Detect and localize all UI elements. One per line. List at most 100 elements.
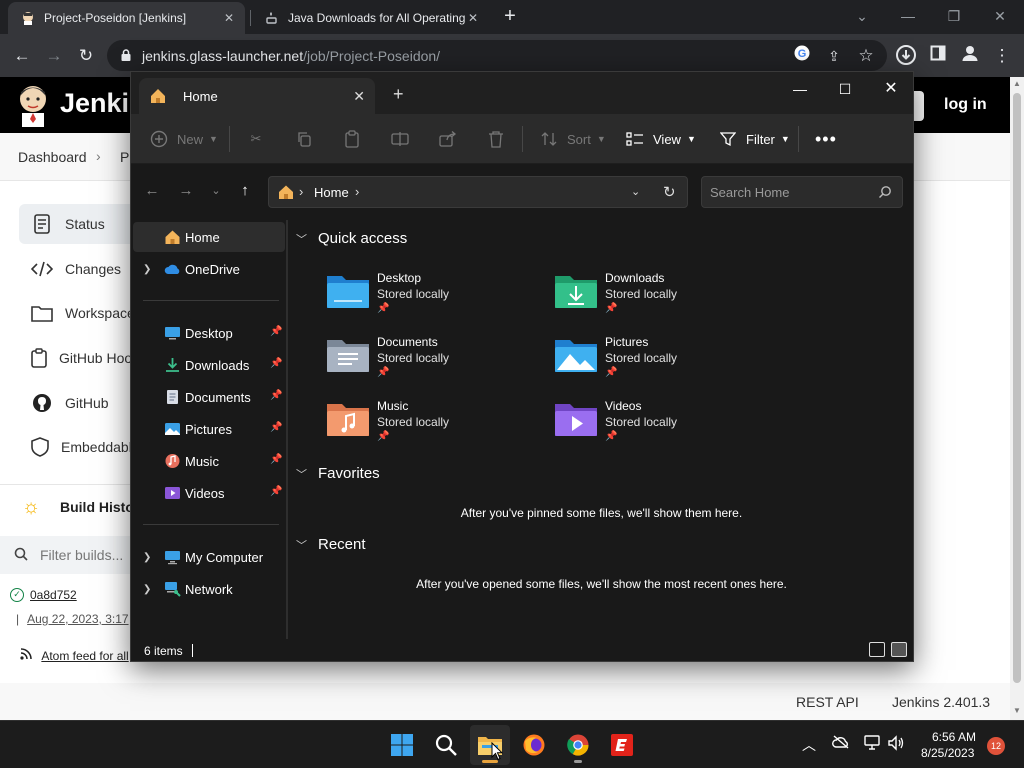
breadcrumb-dashboard[interactable]: Dashboard bbox=[18, 149, 87, 165]
taskbar-file-explorer[interactable] bbox=[470, 725, 510, 765]
pin-icon[interactable]: 📌 bbox=[270, 358, 282, 369]
chevron-right-icon[interactable]: › bbox=[355, 184, 359, 199]
pin-icon[interactable]: 📌 bbox=[270, 454, 282, 465]
nav-item-network[interactable]: ❯ Network bbox=[133, 574, 285, 604]
address-bar[interactable]: jenkins.glass-launcher.net/job/Project-P… bbox=[107, 40, 887, 71]
chevron-down-icon[interactable]: ﹀ bbox=[296, 231, 310, 247]
close-icon[interactable]: ✕ bbox=[877, 77, 905, 101]
sort-button[interactable]: Sort ▼ bbox=[539, 128, 606, 150]
search-button[interactable] bbox=[426, 725, 466, 765]
nav-item-downloads[interactable]: Downloads 📌 bbox=[133, 350, 285, 380]
nav-item-home[interactable]: Home bbox=[133, 222, 285, 252]
reload-icon[interactable]: ↻ bbox=[74, 44, 98, 68]
tab-close-icon[interactable]: ✕ bbox=[221, 11, 237, 25]
pin-icon[interactable]: 📌 bbox=[270, 326, 282, 337]
volume-icon[interactable] bbox=[886, 735, 906, 755]
tab-java-downloads[interactable]: Java Downloads for All Operating ✕ bbox=[252, 4, 489, 32]
scroll-down-arrow-icon[interactable]: ▼ bbox=[1013, 706, 1021, 715]
pin-icon[interactable]: 📌 bbox=[270, 486, 282, 497]
show-hidden-icons-chevron-icon[interactable]: ︿ bbox=[799, 735, 819, 755]
favorites-header[interactable]: ﹀ Favorites bbox=[296, 465, 380, 482]
taskbar-firefox[interactable] bbox=[514, 725, 554, 765]
address-segment-home[interactable]: Home bbox=[314, 185, 349, 200]
forward-arrow-icon[interactable]: → bbox=[175, 180, 197, 202]
explorer-address-bar[interactable]: › Home › ⌄ ↻ bbox=[268, 176, 688, 208]
nav-item-my-computer[interactable]: ❯ My Computer bbox=[133, 542, 285, 572]
build-entry[interactable]: ✓ 0a8d752 bbox=[10, 588, 77, 602]
add-tab-icon[interactable]: + bbox=[393, 84, 404, 105]
quick-access-item-music[interactable]: Music Stored locally 📌 bbox=[326, 398, 536, 458]
scroll-up-arrow-icon[interactable]: ▲ bbox=[1013, 79, 1021, 88]
tab-close-icon[interactable]: ✕ bbox=[465, 11, 481, 25]
explorer-titlebar[interactable]: Home ✕ + — ☐ ✕ bbox=[131, 72, 913, 114]
quick-access-header[interactable]: ﹀ Quick access bbox=[296, 230, 407, 247]
share-icon[interactable]: ⇪ bbox=[822, 44, 846, 68]
tab-jenkins[interactable]: Project-Poseidon [Jenkins] ✕ bbox=[8, 2, 245, 34]
explorer-tab-home[interactable]: Home ✕ bbox=[139, 78, 375, 114]
large-icons-view-icon[interactable] bbox=[891, 642, 907, 657]
quick-access-item-desktop[interactable]: Desktop Stored locally 📌 bbox=[326, 270, 536, 330]
profile-icon[interactable] bbox=[958, 44, 982, 68]
minimize-icon[interactable]: — bbox=[786, 77, 814, 101]
quick-access-item-videos[interactable]: Videos Stored locally 📌 bbox=[554, 398, 764, 458]
explorer-search-input[interactable]: Search Home bbox=[701, 176, 903, 208]
delete-button[interactable] bbox=[486, 128, 514, 150]
close-window-icon[interactable]: ✕ bbox=[990, 6, 1010, 26]
restore-window-icon[interactable]: ❐ bbox=[944, 6, 964, 26]
build-link[interactable]: 0a8d752 bbox=[30, 588, 77, 602]
quick-access-item-documents[interactable]: Documents Stored locally 📌 bbox=[326, 334, 536, 394]
network-icon[interactable] bbox=[863, 735, 883, 755]
recent-locations-chevron-icon[interactable]: ⌄ bbox=[205, 180, 227, 202]
rename-button[interactable] bbox=[390, 128, 418, 150]
clock-date[interactable]: 8/25/2023 bbox=[921, 746, 974, 760]
page-scrollbar[interactable]: ▲ ▼ bbox=[1010, 77, 1024, 720]
breadcrumb-project[interactable]: P bbox=[120, 149, 129, 165]
start-button[interactable] bbox=[382, 725, 422, 765]
close-tab-icon[interactable]: ✕ bbox=[353, 88, 365, 105]
nav-item-onedrive[interactable]: ❯ OneDrive bbox=[133, 254, 285, 284]
minimize-window-icon[interactable]: — bbox=[898, 6, 918, 26]
cut-button[interactable]: ✂ bbox=[246, 128, 274, 150]
pin-icon[interactable]: 📌 bbox=[270, 390, 282, 401]
atom-feed-link[interactable]: Atom feed for all bbox=[41, 649, 128, 663]
view-button[interactable]: View ▼ bbox=[625, 128, 696, 150]
expand-chevron-icon[interactable]: ❯ bbox=[143, 584, 153, 595]
chevron-down-icon[interactable]: ﹀ bbox=[296, 466, 310, 482]
taskbar-chrome[interactable] bbox=[558, 725, 598, 765]
chevron-down-icon[interactable]: ﹀ bbox=[296, 537, 310, 553]
new-button[interactable]: New ▼ bbox=[149, 128, 218, 150]
chevron-right-icon[interactable]: › bbox=[299, 184, 303, 199]
address-dropdown-icon[interactable]: ⌄ bbox=[631, 185, 640, 198]
quick-access-item-downloads[interactable]: Downloads Stored locally 📌 bbox=[554, 270, 764, 330]
back-arrow-icon[interactable]: ← bbox=[141, 180, 163, 202]
up-arrow-icon[interactable]: ↑ bbox=[234, 180, 256, 202]
maximize-icon[interactable]: ☐ bbox=[831, 77, 859, 101]
nav-item-documents[interactable]: Documents 📌 bbox=[133, 382, 285, 412]
tab-search-chevron-icon[interactable]: ⌄ bbox=[852, 6, 872, 26]
clock-time[interactable]: 6:56 AM bbox=[932, 730, 976, 744]
filter-button[interactable]: Filter ▼ bbox=[718, 128, 790, 150]
forward-arrow-icon[interactable]: → bbox=[42, 44, 66, 68]
recent-header[interactable]: ﹀ Recent bbox=[296, 536, 366, 553]
expand-chevron-icon[interactable]: ❯ bbox=[143, 264, 153, 275]
nav-item-music[interactable]: Music 📌 bbox=[133, 446, 285, 476]
google-lens-icon[interactable]: G bbox=[790, 44, 814, 68]
back-arrow-icon[interactable]: ← bbox=[10, 44, 34, 68]
side-panel-icon[interactable] bbox=[926, 44, 950, 68]
quick-access-item-pictures[interactable]: Pictures Stored locally 📌 bbox=[554, 334, 764, 394]
details-view-icon[interactable] bbox=[869, 642, 885, 657]
refresh-icon[interactable]: ↻ bbox=[663, 183, 676, 201]
rest-api-link[interactable]: REST API bbox=[796, 694, 859, 710]
cloud-offline-icon[interactable] bbox=[831, 735, 851, 755]
pin-icon[interactable]: 📌 bbox=[270, 422, 282, 433]
lock-icon[interactable] bbox=[119, 48, 133, 62]
new-tab-button[interactable]: + bbox=[500, 6, 520, 26]
chrome-menu-icon[interactable]: ⋮ bbox=[990, 44, 1014, 68]
notification-badge[interactable]: 12 bbox=[987, 737, 1005, 755]
paste-button[interactable] bbox=[342, 128, 370, 150]
expand-chevron-icon[interactable]: ❯ bbox=[143, 552, 153, 563]
jenkins-logo-icon[interactable] bbox=[16, 83, 50, 127]
bookmark-star-icon[interactable]: ☆ bbox=[854, 44, 878, 68]
build-date-link[interactable]: Aug 22, 2023, 3:17 bbox=[27, 612, 128, 626]
share-button[interactable] bbox=[438, 128, 466, 150]
